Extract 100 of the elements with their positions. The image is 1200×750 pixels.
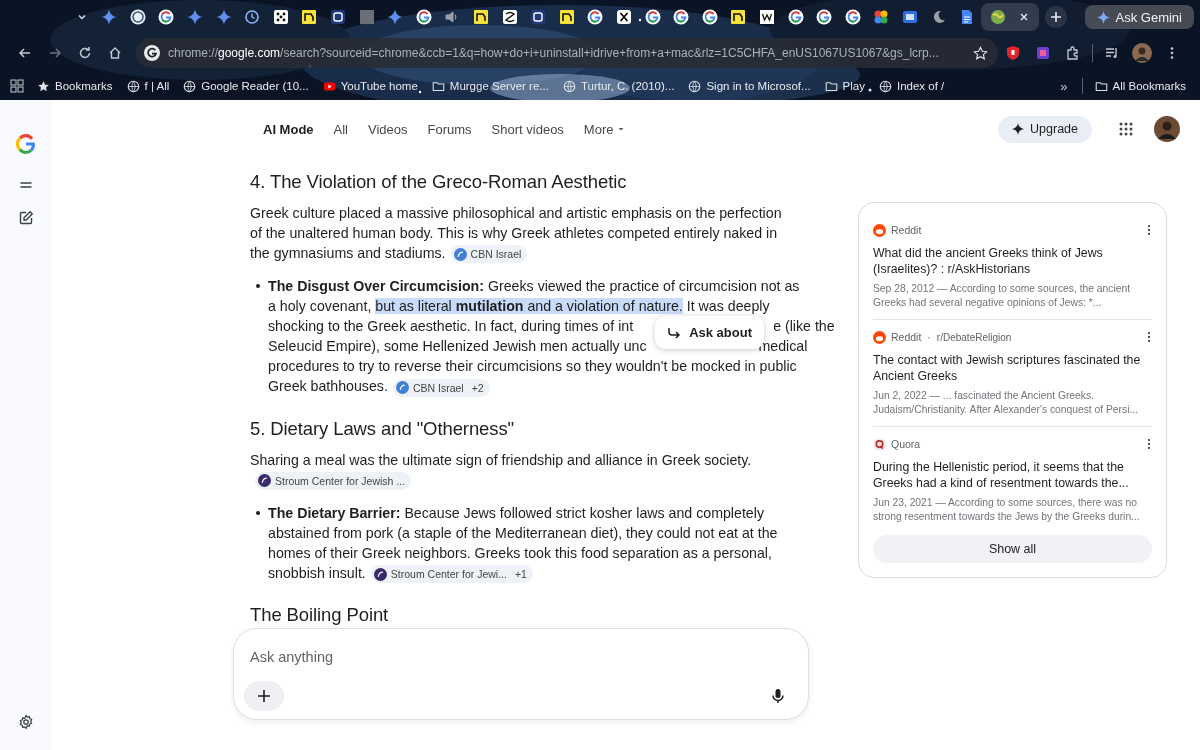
apps-icon[interactable] [9,78,25,94]
source-logo-icon [373,567,387,581]
g-logo-icon [844,9,861,25]
show-all-button[interactable]: Show all [873,535,1152,563]
search-tab[interactable]: More [577,117,632,141]
g-logo-icon [144,45,160,61]
globe-icon [879,79,892,93]
ask-input[interactable]: Ask anything [244,643,794,671]
star-icon[interactable] [973,45,988,61]
sparkle-icon [1096,10,1110,24]
source-title-link[interactable]: What did the ancient Greeks think of Jews (Israelites)? : r/AskHistorians [873,245,1152,277]
search-tab[interactable]: AI Mode [257,117,320,141]
bookmark[interactable]: Index of / [879,79,945,93]
search-tab[interactable]: Videos [362,117,414,141]
g-logo-icon [787,9,804,25]
url-text: chrome://google.com/search?sourceid=chrome&ccb=1&q=how+do+i+uninstall+idrive+from+a+mac&rlz=1C5CHFA_enUS1067US1067&gs_lcrp... [168,46,940,60]
g-logo-icon [816,9,833,25]
g-logo-icon [644,9,661,25]
bookmark[interactable]: Google Reader (10... [183,79,309,93]
upgrade-button[interactable]: Upgrade [998,115,1092,143]
source-name: Quora [891,438,921,450]
overflow-chevron[interactable]: » [1060,78,1068,94]
circle-logo-icon [129,9,146,25]
bookmark[interactable]: Murgge Server re... [431,79,549,93]
source-chip[interactable]: Stroum Center for Jewi... +1 [370,565,533,583]
apps-grid-icon[interactable] [1118,121,1134,137]
g-logo-icon [415,9,432,25]
arrow-icon [667,325,682,340]
source-logo-icon [258,474,271,488]
bullet-text: The Dietary Barrier: Because Jews followed strict kosher laws and completely abstained from pork (a staple of the Mediterranean diet), they could not eat at the homes of their Greek neighbors. Greeks took this food separation as a personal, snobbish insult. Stroum Center for Jewi... +1 [268,503,779,583]
pinwheel-icon [873,9,890,25]
folder-icon [1094,79,1108,93]
settings-icon[interactable] [18,714,34,730]
media-list-icon[interactable] [1104,45,1120,61]
globe-icon [688,79,702,93]
new-tab-button[interactable] [1045,6,1068,28]
bookmark[interactable]: Bookmarks [37,79,113,93]
bookmark[interactable]: Play [824,79,865,93]
plus-icon [257,689,271,703]
home-icon[interactable] [107,45,123,61]
source-logo-icon [395,381,409,394]
ask-gemini-button[interactable]: Ask Gemini [1084,5,1194,29]
bullet-text: The Disgust Over Circumcision: Greeks viewed the practice of circumcision not as a holy covenant, but as literal mutilation and a violation of nature. It was deeply shocking to the Greek aesthetic. In fact, during times of int Ask about e (like the Seleucid Empire), some Hellenized Jewish men actually unc medical procedures to try to reverse their circumcisions so they wouldn't be mocked in public Greek bathhouses. CBN Israel +2 [268,277,835,397]
reload-icon[interactable] [77,45,93,61]
bookmark-folder[interactable]: All Bookmarks [1094,79,1186,93]
source-logo-icon [453,247,467,261]
bookmark[interactable]: f | All [126,79,170,93]
source-snippet: Jun 23, 2021 — According to some sources, there was no strong resentment towards the Jews by the Greeks durin... [873,496,1141,524]
more-icon[interactable] [1146,223,1152,237]
separator-dot: · [927,331,931,343]
section-heading: 5. Dietary Laws and "Otherness" [250,416,516,441]
source-chip[interactable]: CBN Israel +2 [392,378,490,397]
caret-icon [617,125,626,133]
source-snippet: Sep 28, 2012 — According to some sources, the ancient Greeks had several negative opinions of Jews: *... [873,282,1131,310]
grid-extension-icon[interactable] [1035,45,1051,61]
source-name: Reddit [891,224,922,236]
microphone-icon[interactable] [770,688,786,704]
g-logo-icon [587,9,604,25]
g-logo-icon [673,9,690,25]
source-name: Reddit [891,331,922,343]
globe-icon [562,79,576,93]
puzzle-icon[interactable] [1065,45,1081,61]
globe-icon [183,79,197,93]
bookmark[interactable]: YouTube home [322,79,418,93]
paragraph: Sharing a meal was the ultimate sign of friendship and alliance in Greek society. Stroum Center for Jewish ... [250,449,795,490]
browser-tab[interactable] [981,3,1040,31]
paragraph: Greek culture placed a massive philosophical and artistic emphasis on the perfection of the unaltered human body. This is why Greek athletes competed entirely naked in the gymnasiums and stadiums. CBN Israel [250,203,795,264]
search-tab[interactable]: All [327,117,354,141]
g-logo-icon[interactable] [15,133,37,155]
folder-icon [431,79,445,93]
square-logo-icon [730,9,747,25]
source-chip[interactable]: CBN Israel [450,245,528,264]
plus-icon [1049,10,1064,24]
square-logo-icon [473,9,489,25]
source-title-link[interactable]: During the Hellenistic period, it seems that the Greeks had a kind of resentment towards the... [873,459,1152,491]
avatar[interactable] [1154,116,1180,142]
search-tab[interactable]: Short videos [485,117,570,141]
bookmark[interactable]: Sign in to Microsof... [688,79,811,93]
sparkle-icon [187,9,204,25]
search-tab[interactable]: Forums [421,117,478,141]
source-title-link[interactable]: The contact with Jewish scriptures fascinated the Ancient Greeks [873,352,1152,384]
window-icon [530,9,547,25]
source-chip[interactable]: Stroum Center for Jewish ... [255,471,412,490]
sparkle-icon [101,9,118,25]
bookmark[interactable]: Turtur, C. (2010)... [562,79,675,93]
more-icon[interactable] [1146,330,1152,344]
square-logo-icon [301,9,318,25]
globe-icon [990,9,1007,25]
folder-icon [824,79,838,93]
address-bar[interactable]: chrome://google.com/search?sourceid=chrome&ccb=1&q=how+do+i+uninstall+idrive+from+a+mac&rlz=1C5CHFA_enUS1067US1067&gs_lcrp... [136,38,998,68]
section-heading: 4. The Violation of the Greco-Roman Aesthetic [250,170,628,194]
g-logo-icon [158,9,175,25]
play-logo-icon [322,79,336,93]
more-icon[interactable] [1146,437,1152,451]
sparkle-icon [215,9,232,25]
ask-field[interactable]: Ask anything [233,628,809,720]
edit-icon[interactable] [18,210,34,226]
clock-icon [244,9,261,25]
add-button[interactable] [244,681,284,711]
shield-icon[interactable] [1005,45,1021,61]
